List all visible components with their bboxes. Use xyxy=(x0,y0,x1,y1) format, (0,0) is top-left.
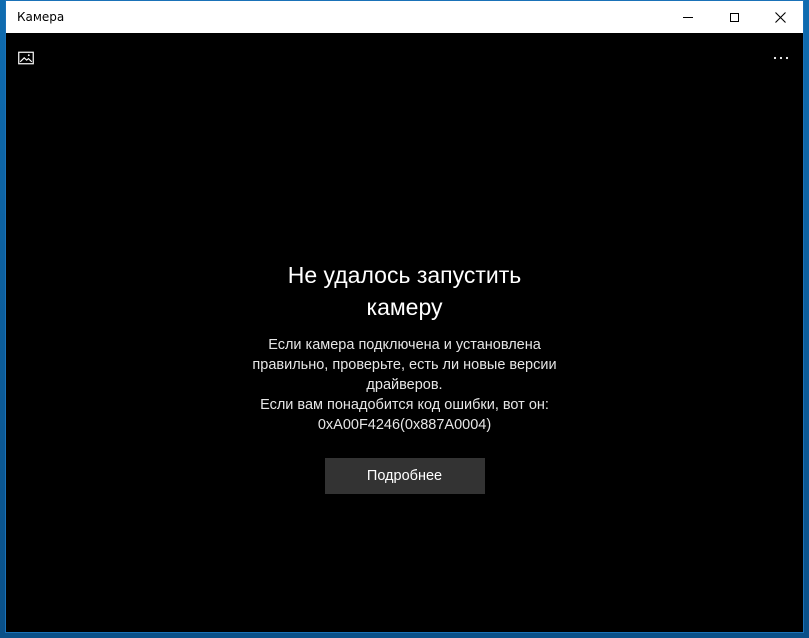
close-icon xyxy=(774,11,786,23)
gallery-button[interactable] xyxy=(18,47,34,69)
close-button[interactable] xyxy=(757,1,803,33)
camera-error-panel: Не удалось запустить камеру Если камера … xyxy=(6,259,803,494)
more-options-button[interactable] xyxy=(769,47,793,69)
error-message: Если камера подключена и установлена пра… xyxy=(250,335,560,435)
maximize-button[interactable] xyxy=(711,1,757,33)
camera-content-area: Не удалось запустить камеру Если камера … xyxy=(6,33,803,632)
minimize-button[interactable] xyxy=(665,1,711,33)
error-message-line-2: Если вам понадобится код ошибки, вот он:… xyxy=(260,397,549,433)
camera-app-window: Камера Не удалось запустить камеру Если … xyxy=(5,0,804,633)
minimize-icon xyxy=(683,16,693,18)
image-gallery-icon xyxy=(18,51,34,65)
window-title: Камера xyxy=(17,10,65,24)
details-button[interactable]: Подробнее xyxy=(324,458,485,494)
maximize-icon xyxy=(729,12,739,22)
error-title: Не удалось запустить камеру xyxy=(287,262,522,320)
title-bar[interactable]: Камера xyxy=(6,1,803,33)
error-message-line-1: Если камера подключена и установлена пра… xyxy=(252,337,557,393)
more-options-icon xyxy=(773,56,789,60)
